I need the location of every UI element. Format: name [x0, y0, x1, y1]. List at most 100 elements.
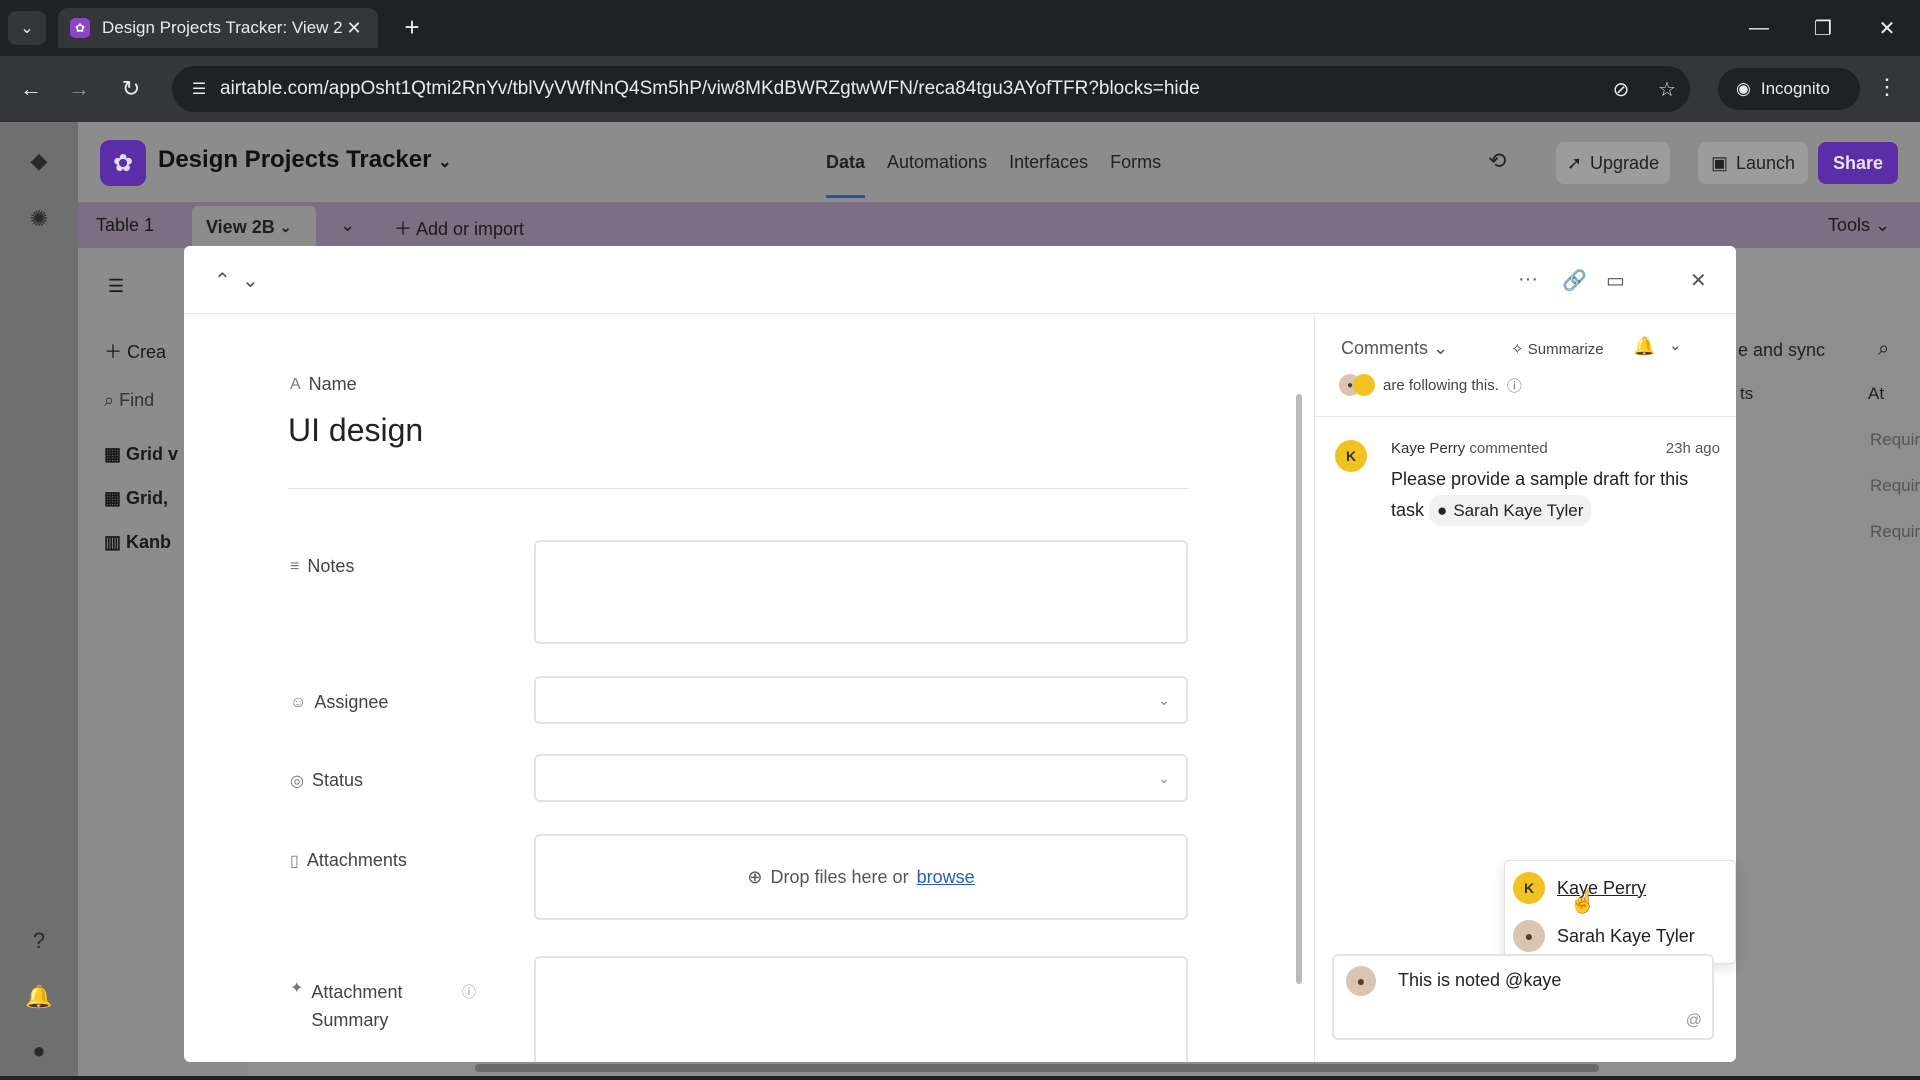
tab-interfaces[interactable]: Interfaces [1009, 152, 1088, 198]
more-icon[interactable]: ··· [1518, 268, 1538, 291]
close-window-icon[interactable]: ✕ [1856, 0, 1918, 56]
tab-forms[interactable]: Forms [1110, 152, 1161, 198]
add-circle-icon: ⊕ [747, 866, 763, 887]
help-icon[interactable]: ? [20, 922, 58, 960]
grid-cell[interactable]: Requir [1870, 430, 1920, 450]
assignee-select[interactable]: ⌄ [534, 676, 1188, 724]
horizontal-scrollbar[interactable] [475, 1064, 1599, 1072]
omni-icon[interactable]: ✺ [20, 200, 58, 238]
url-text[interactable]: airtable.com/appOsht1Qtmi2RnYv/tblVyVWfN… [220, 78, 1598, 100]
create-view-button[interactable]: ＋ Crea [104, 338, 166, 364]
mention-option-sarah-kaye-tyler[interactable]: ● Sarah Kaye Tyler [1513, 913, 1733, 959]
notification-bell-icon[interactable]: 🔔 [1633, 336, 1655, 357]
info-icon[interactable]: ⓘ [1507, 375, 1522, 396]
restore-icon[interactable]: ❐ [1792, 0, 1854, 56]
link-icon[interactable]: 🔗 [1562, 268, 1587, 293]
plus-icon[interactable]: + [396, 12, 428, 44]
summarize-button[interactable]: ✧ Summarize [1511, 340, 1604, 358]
view-label: Grid v [126, 444, 179, 464]
upgrade-button[interactable]: ➚ Upgrade [1556, 142, 1670, 184]
find-view-input[interactable]: ⌕ Find [104, 390, 154, 411]
base-name[interactable]: Design Projects Tracker ⌄ [158, 146, 452, 174]
chevron-down-icon[interactable]: ⌄ [1669, 336, 1682, 354]
base-logo-icon[interactable]: ✿ [100, 140, 146, 186]
drop-text: Drop files here or [770, 866, 909, 887]
menu-icon[interactable]: ☰ [108, 276, 124, 297]
avatar [1353, 374, 1375, 396]
tab-data[interactable]: Data [826, 152, 866, 198]
mention-dropdown: K Kaye Perry ☝ ● Sarah Kaye Tyler [1504, 860, 1736, 964]
tools-button[interactable]: Tools ⌄ [1828, 215, 1890, 236]
bell-icon[interactable]: 🔔 [20, 978, 58, 1016]
chevron-up-icon[interactable]: ⌃ [214, 268, 231, 293]
avatar: K [1335, 440, 1367, 472]
share-button[interactable]: Share [1818, 142, 1898, 184]
incognito-icon: ◉ [1736, 79, 1751, 98]
browser-tab[interactable]: ✿ Design Projects Tracker: View 2B ✕ [58, 8, 378, 48]
status-icon: ◎ [290, 772, 304, 790]
close-icon[interactable]: ✕ [342, 18, 366, 39]
back-icon[interactable]: ← [14, 72, 48, 106]
app-header: ✿ Design Projects Tracker ⌄ Data Automat… [78, 122, 1920, 202]
launch-button[interactable]: ▣ Launch [1698, 142, 1808, 184]
mention-button[interactable]: @ [1686, 1012, 1702, 1030]
add-import-button[interactable]: ＋ Add or import [394, 215, 524, 241]
incognito-label: Incognito [1760, 79, 1830, 98]
chevron-down-icon: ⌄ [1158, 692, 1170, 708]
mention-chip[interactable]: ● Sarah Kaye Tyler [1429, 495, 1592, 526]
status-select[interactable]: ⌄ [534, 754, 1188, 802]
chevron-down-icon[interactable]: ⌄ [340, 215, 355, 236]
sidebar-item-kanban[interactable]: ▥ Kanb [104, 532, 171, 553]
attachment-summary-field[interactable] [534, 956, 1188, 1062]
forward-icon[interactable]: → [62, 72, 96, 106]
grid-cell[interactable]: Requir [1870, 522, 1920, 542]
notes-label-text: Notes [307, 556, 355, 576]
sidebar-item-grid-view[interactable]: ▦ Grid v [104, 444, 178, 465]
reload-icon[interactable]: ↻ [114, 72, 148, 106]
sidebar-item-grid-view-2[interactable]: ▦ Grid, [104, 488, 168, 509]
kebab-icon[interactable]: ⋮ [1876, 74, 1898, 100]
minimize-icon[interactable]: — [1728, 0, 1790, 56]
eye-off-icon[interactable]: ⊘ [1598, 77, 1644, 102]
tab-search-icon[interactable]: ⌄ [8, 11, 46, 45]
ai-field-icon: ✦ [290, 980, 304, 997]
site-settings-icon[interactable]: ☰ [178, 79, 220, 99]
bottom-edge [0, 1076, 1920, 1080]
chevron-down-icon: ⌄ [1158, 770, 1170, 786]
notes-input[interactable] [534, 540, 1188, 644]
star-icon[interactable]: ☆ [1644, 77, 1690, 102]
comments-header: Comments [1341, 338, 1429, 358]
browse-link[interactable]: browse [917, 867, 975, 888]
find-label: Find [119, 390, 155, 410]
mention-option-kaye-perry[interactable]: K Kaye Perry ☝ [1513, 865, 1733, 914]
tab-automations[interactable]: Automations [887, 152, 987, 198]
column-header[interactable]: At [1868, 384, 1884, 404]
comment-input[interactable]: ● This is noted @kaye @ [1332, 954, 1714, 1040]
sync-label[interactable]: e and sync [1738, 340, 1825, 361]
browser-toolbar: ← → ↻ ☰ airtable.com/appOsht1Qtmi2RnYv/t… [0, 56, 1920, 122]
view-tab[interactable]: View 2B ⌄ [192, 206, 316, 248]
attachments-dropzone[interactable]: ⊕ Drop files here or browse [534, 834, 1188, 920]
info-icon[interactable]: ⓘ [462, 982, 476, 1002]
chevron-down-icon[interactable]: ⌄ [242, 268, 259, 293]
history-icon[interactable]: ⟲ [1488, 148, 1506, 174]
grid-cell[interactable]: Requir [1870, 476, 1920, 496]
user-icon: ☺ [290, 693, 307, 711]
comments-dropdown[interactable]: Comments ⌄ [1341, 338, 1448, 359]
avatar[interactable]: ● [20, 1032, 58, 1070]
column-header[interactable]: ts [1740, 384, 1753, 404]
search-icon[interactable]: ⌕ [1878, 338, 1889, 361]
close-icon[interactable]: ✕ [1690, 268, 1707, 293]
comment-input-text[interactable]: This is noted @kaye [1398, 970, 1561, 991]
incognito-badge[interactable]: ◉ Incognito [1718, 68, 1860, 110]
form-scrollbar[interactable] [1296, 394, 1302, 984]
browser-chrome: ⌄ ✿ Design Projects Tracker: View 2B ✕ +… [0, 0, 1920, 122]
table-tab[interactable]: Table 1 [96, 215, 154, 236]
attachments-label-text: Attachments [306, 850, 407, 870]
followers-row: ● are following this. ⓘ [1339, 374, 1522, 396]
comment-panel-icon[interactable]: ▭ [1606, 268, 1625, 293]
address-bar[interactable]: ☰ airtable.com/appOsht1Qtmi2RnYv/tblVyVW… [172, 66, 1690, 112]
attachments-field-label: ▯ Attachments [290, 850, 407, 871]
record-name[interactable]: UI design [288, 412, 423, 449]
airtable-logo-icon[interactable]: ◆ [20, 142, 58, 180]
